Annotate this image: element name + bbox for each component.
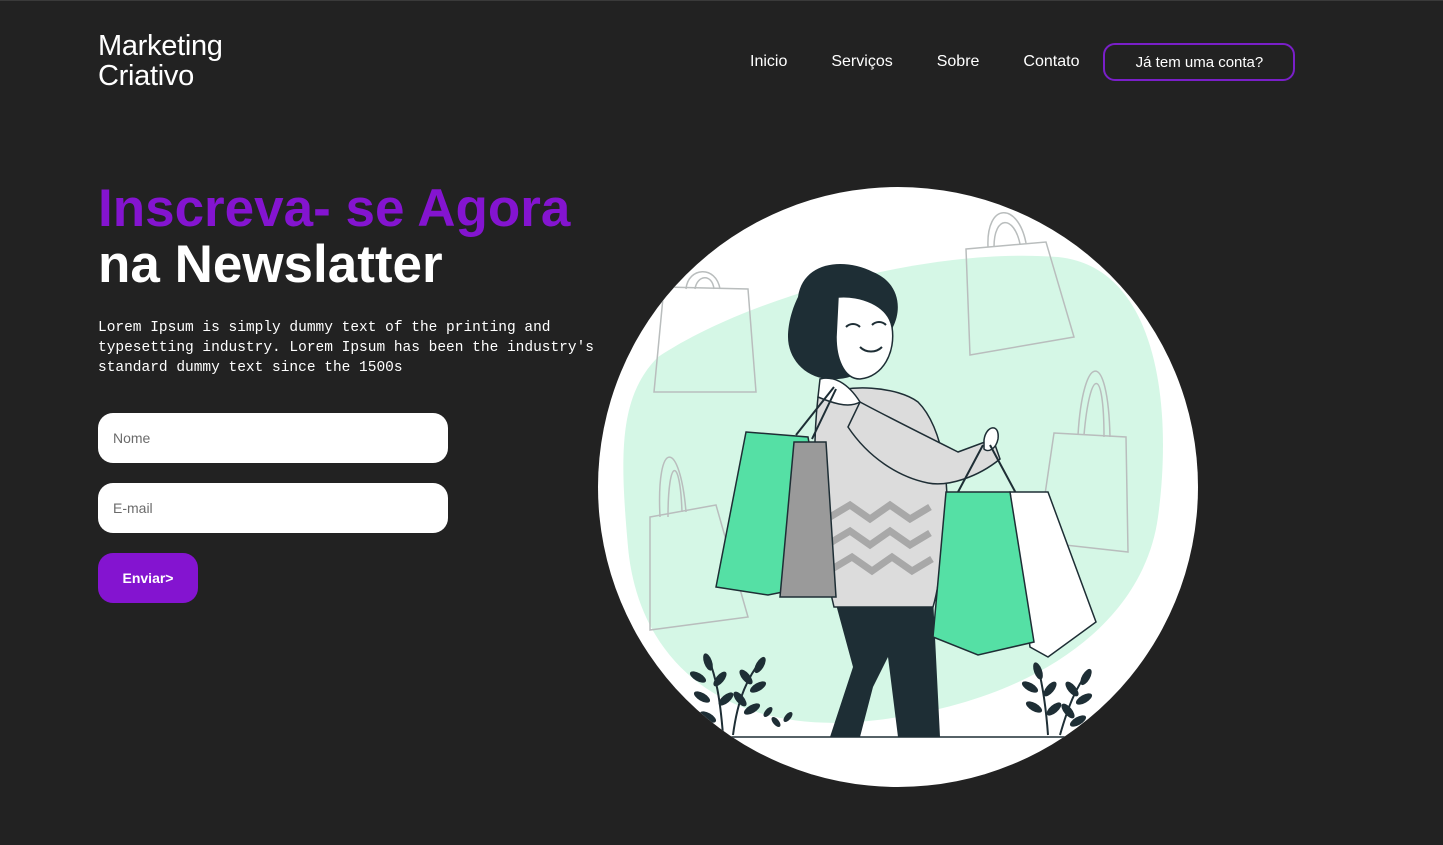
nav-link-sobre[interactable]: Sobre (937, 53, 980, 71)
shopping-illustration (598, 187, 1198, 787)
nav-link-inicio[interactable]: Inicio (750, 53, 787, 71)
hero-title: Inscreva- se Agora na Newslatter (98, 181, 570, 293)
brand-logo[interactable]: Marketing Criativo (98, 31, 223, 91)
nav-link-contato[interactable]: Contato (1023, 53, 1079, 71)
logo-line-1: Marketing (98, 30, 223, 62)
hero-title-highlight: Inscreva- se Agora (98, 179, 571, 238)
hero-description: Lorem Ipsum is simply dummy text of the … (98, 320, 594, 376)
hero-title-rest: na Newslatter (98, 235, 443, 294)
submit-button[interactable]: Enviar> (98, 553, 198, 603)
nav-link-servicos[interactable]: Serviços (831, 53, 892, 71)
name-input[interactable] (98, 413, 448, 463)
woman-with-shopping-bags-illustration (598, 187, 1198, 787)
page: Marketing Criativo Inicio Serviços Sobre… (0, 0, 1443, 845)
main-nav: Inicio Serviços Sobre Contato Já tem uma… (750, 41, 1296, 83)
logo-line-2: Criativo (98, 60, 194, 92)
login-button[interactable]: Já tem uma conta? (1103, 43, 1296, 81)
email-input[interactable] (98, 483, 448, 533)
